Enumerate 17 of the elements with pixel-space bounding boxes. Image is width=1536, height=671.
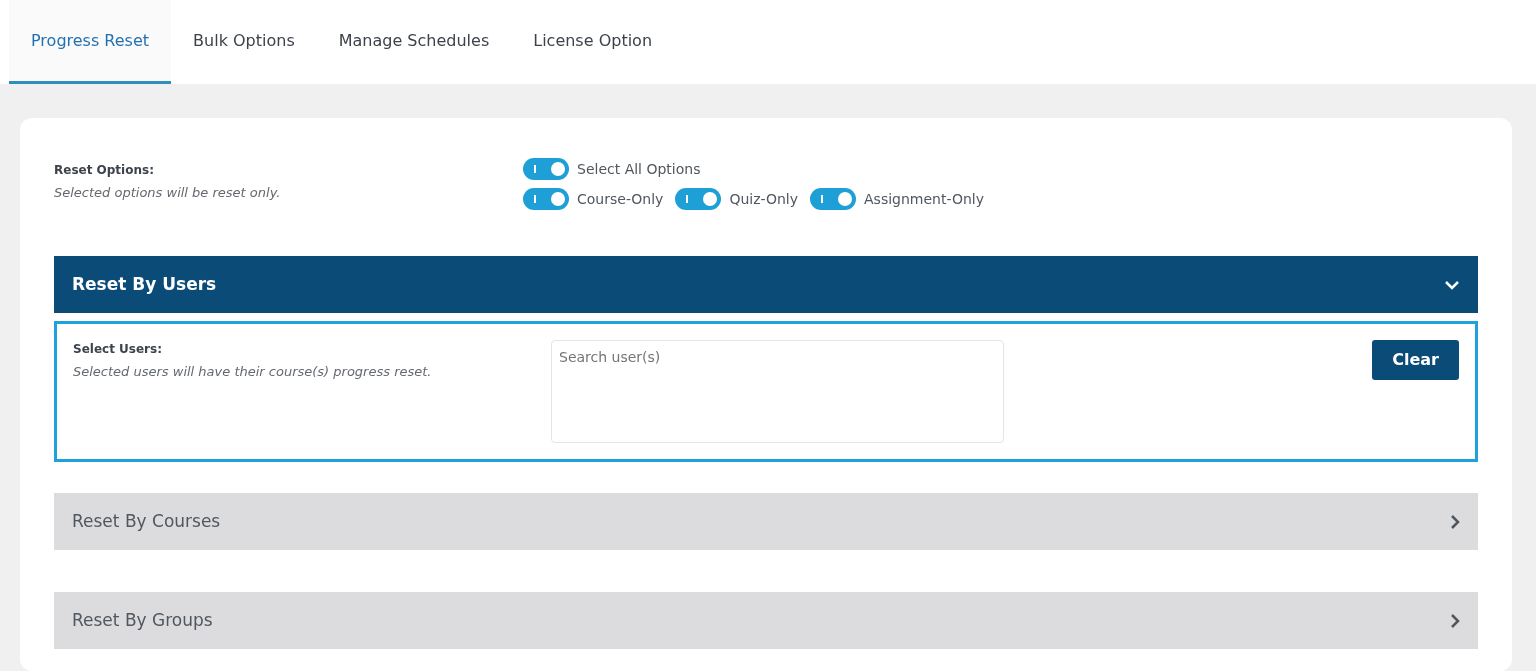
tab[interactable]: Progress Reset <box>9 0 172 84</box>
field-description: Selected users will have their course(s) progress reset. <box>73 363 433 381</box>
section-header[interactable]: Reset By Users <box>54 256 1478 313</box>
field-label: Select Users: <box>73 341 163 358</box>
tab[interactable]: Bulk Options <box>171 0 317 84</box>
toggle-label: Course-Only <box>577 189 664 209</box>
reset-options-description: Selected options will be reset only. <box>54 184 282 202</box>
clear-button[interactable]: Clear <box>1372 340 1459 380</box>
toggle-label: Quiz-Only <box>729 189 799 209</box>
section-header[interactable]: Reset By Groups <box>54 592 1478 649</box>
tab[interactable]: License Option <box>511 0 675 84</box>
search-field[interactable]: Search user(s) <box>551 340 1004 443</box>
section-header[interactable]: Reset By Courses <box>54 493 1478 550</box>
reset-options-label: Reset Options: <box>54 162 155 179</box>
toggle-label: Assignment-Only <box>864 189 984 209</box>
toggle-label: Select All Options <box>577 159 701 179</box>
tab[interactable]: Manage Schedules <box>316 0 512 84</box>
